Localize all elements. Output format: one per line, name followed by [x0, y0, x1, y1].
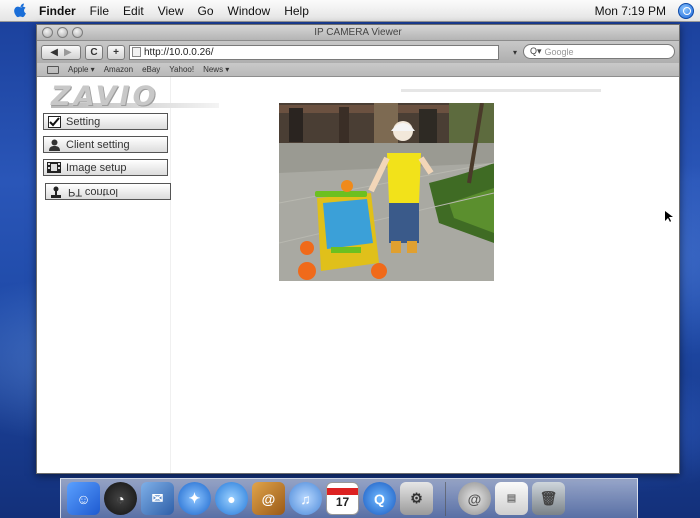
address-bar[interactable]: http://10.0.0.26/	[129, 44, 499, 60]
menu-window[interactable]: Window	[221, 0, 278, 22]
dashboard-icon[interactable]: ◔	[104, 482, 137, 515]
client-setting-label: Client setting	[66, 138, 130, 151]
setting-label: Setting	[66, 115, 101, 128]
client-setting-button[interactable]: Client setting	[43, 136, 168, 153]
apple-menu-icon[interactable]	[8, 0, 32, 22]
preview-icon[interactable]: ▤	[495, 482, 528, 515]
setting-button[interactable]: Setting	[43, 113, 168, 130]
header-divider	[401, 89, 601, 92]
image-setup-label: Image setup	[66, 161, 127, 174]
dock: ☺ ◔ ✉ ✦ ● @ ♫ 17 Q ⚙ @ ▤ 🗑	[60, 478, 638, 518]
pt-control-label: PT control	[68, 185, 118, 198]
ichat-icon[interactable]: ●	[215, 482, 248, 515]
ical-header	[327, 488, 358, 495]
mail-icon[interactable]: ✉	[141, 482, 174, 515]
bookmarks-bar: Apple ▾ Amazon eBay Yahoo! News ▾	[37, 63, 679, 77]
addressbook-icon[interactable]: @	[252, 482, 285, 515]
window-titlebar[interactable]: IP CAMERA Viewer	[37, 25, 679, 41]
safari-icon[interactable]: ✦	[178, 482, 211, 515]
menu-help[interactable]: Help	[277, 0, 316, 22]
logo-text: ZAVIO	[51, 81, 159, 112]
mouse-cursor	[665, 210, 673, 228]
mail-server-icon[interactable]: @	[458, 482, 491, 515]
bookmark-amazon[interactable]: Amazon	[104, 65, 133, 74]
forward-arrow-icon[interactable]: ▶	[64, 47, 72, 58]
dock-separator	[445, 481, 446, 516]
browser-window: IP CAMERA Viewer ◀ ▶ C + http://10.0.0.2…	[36, 24, 680, 474]
back-arrow-icon[interactable]: ◀	[50, 47, 58, 58]
menu-finder[interactable]: Finder	[32, 0, 83, 22]
page-content: ZAVIO Setting Client setting Image setup	[37, 77, 679, 473]
bookmark-news[interactable]: News ▾	[203, 65, 229, 74]
address-url: http://10.0.0.26/	[144, 46, 214, 58]
window-title: IP CAMERA Viewer	[314, 27, 402, 38]
browser-toolbar: ◀ ▶ C + http://10.0.0.26/ ▾ Q▾ Google	[37, 41, 679, 63]
menu-view[interactable]: View	[151, 0, 191, 22]
film-icon	[47, 162, 61, 174]
add-bookmark-button[interactable]: +	[107, 44, 125, 60]
checkbox-icon	[47, 115, 61, 128]
bookmark-ebay[interactable]: eBay	[142, 65, 160, 74]
joystick-icon	[49, 186, 63, 198]
search-icon: Q▾	[530, 46, 542, 56]
google-search-field[interactable]: Q▾ Google	[523, 44, 675, 59]
search-placeholder: Google	[544, 46, 574, 57]
menu-file[interactable]: File	[83, 0, 116, 22]
ical-day: 17	[335, 495, 350, 509]
finder-icon[interactable]: ☺	[67, 482, 100, 515]
pt-control-button[interactable]: PT control	[45, 183, 171, 200]
system-preferences-icon[interactable]: ⚙	[400, 482, 433, 515]
menu-edit[interactable]: Edit	[116, 0, 151, 22]
trash-icon[interactable]: 🗑	[532, 482, 565, 515]
menubar-clock[interactable]: Mon 7:19 PM	[595, 0, 666, 22]
back-forward-buttons[interactable]: ◀ ▶	[41, 44, 81, 60]
page-icon	[132, 47, 141, 57]
user-icon	[47, 139, 61, 151]
menu-bar: Finder File Edit View Go Window Help Mon…	[0, 0, 700, 22]
zavio-logo: ZAVIO	[51, 81, 219, 112]
bookmark-yahoo[interactable]: Yahoo!	[169, 65, 194, 74]
quicktime-icon[interactable]: Q	[363, 482, 396, 515]
bookmark-apple[interactable]: Apple ▾	[68, 65, 95, 74]
bookmarks-book-icon[interactable]	[47, 65, 59, 74]
image-setup-button[interactable]: Image setup	[43, 159, 168, 176]
reload-button[interactable]: C	[85, 44, 103, 60]
live-camera-image	[279, 103, 494, 281]
address-dropdown-icon[interactable]: ▾	[513, 45, 523, 59]
camera-frame	[279, 103, 494, 281]
menu-go[interactable]: Go	[191, 0, 221, 22]
ical-icon[interactable]: 17	[326, 482, 359, 515]
itunes-icon[interactable]: ♫	[289, 482, 322, 515]
spotlight-icon[interactable]	[678, 3, 694, 19]
